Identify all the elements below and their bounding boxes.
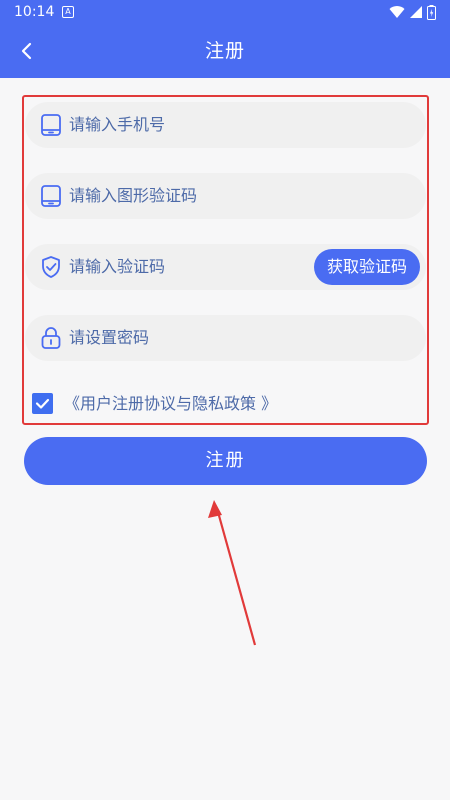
sms-code-input[interactable]: 请输入验证码 [69,244,165,290]
agreement-link[interactable]: 《用户注册协议与隐私政策 》 [64,392,277,416]
battery-icon [427,4,436,20]
annotation-arrow [208,500,257,646]
signal-icon [410,6,422,18]
chevron-left-icon [21,42,32,60]
password-field[interactable]: 请设置密码 [25,315,426,361]
register-button[interactable]: 注册 [24,437,427,485]
phone-input[interactable]: 请输入手机号 [69,102,165,148]
status-icons [389,4,436,20]
page-title: 注册 [204,40,245,62]
status-bar: 10:14 A [0,0,450,24]
app-bar: 注册 [0,24,450,78]
captcha-input[interactable]: 请输入图形验证码 [69,173,197,219]
captcha-field[interactable]: 请输入图形验证码 [25,173,426,219]
tablet-icon [41,185,61,207]
wifi-icon [389,6,405,19]
tablet-icon [41,114,61,136]
lock-icon [41,327,61,349]
back-button[interactable] [14,37,42,65]
status-time: 10:14 [14,4,55,20]
agreement-checkbox[interactable] [32,393,53,414]
password-input[interactable]: 请设置密码 [69,315,149,361]
get-code-button[interactable]: 获取验证码 [314,249,420,285]
sms-code-field[interactable]: 请输入验证码 获取验证码 [25,244,426,290]
shield-check-icon [42,256,60,278]
phone-field[interactable]: 请输入手机号 [25,102,426,148]
notification-icon: A [62,6,74,18]
check-icon [35,398,50,409]
